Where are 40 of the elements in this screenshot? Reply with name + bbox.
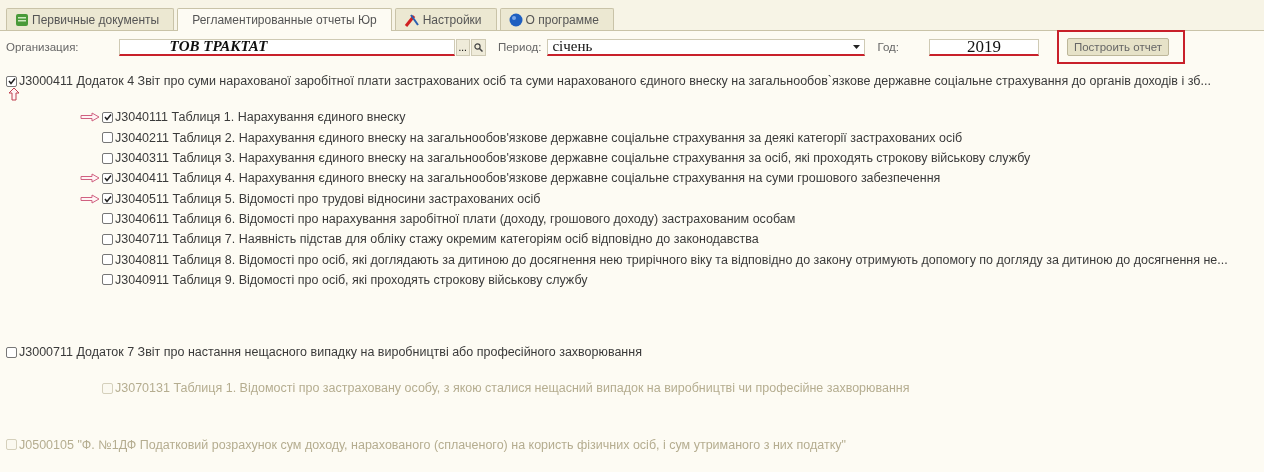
checkbox[interactable] <box>102 132 113 144</box>
search-button[interactable] <box>470 38 486 56</box>
checkbox[interactable] <box>102 193 113 205</box>
tools-icon <box>403 12 420 27</box>
checkbox[interactable] <box>102 213 113 225</box>
dropdown-field[interactable]: січень <box>547 38 866 56</box>
tab[interactable]: Первичные документы <box>6 8 175 30</box>
report-label[interactable]: J3040611 Таблиця 6. Відомості про нарахування заробітної плати (доходу, грошового доходу) застрахованим особам <box>115 211 796 226</box>
document-icon <box>15 12 29 27</box>
report-label[interactable]: J3000411 Додаток 4 Звіт про суми нарахованої заробітної плати застрахованих осіб та суми нарахованого єдиного внеску на загальнообов`язкове державне соціальне страхування до органів доходів і зб... <box>19 74 1211 89</box>
input-field[interactable]: ТОВ ТРАКТАТ <box>118 38 455 56</box>
report-label[interactable]: J3040111 Таблиця 1. Нарахування єдиного внеску <box>115 110 406 125</box>
checkbox[interactable] <box>102 111 113 123</box>
field-label: Год: <box>877 41 899 53</box>
tab[interactable]: О программе <box>499 8 614 30</box>
report-label[interactable]: J3040311 Таблиця 3. Нарахування єдиного внеску на загальнообов'язкове державне соціальне страхування за осіб, які проходять строкову військову службу <box>115 151 1031 166</box>
build-report-button[interactable]: Построить отчет <box>1066 38 1169 56</box>
checkbox[interactable] <box>102 254 113 265</box>
input-field[interactable]: 2019 <box>928 38 1039 56</box>
checkbox[interactable] <box>102 233 113 245</box>
help-icon <box>508 12 523 27</box>
dropdown-arrow-icon <box>853 44 861 49</box>
select-button[interactable]: ... <box>455 38 470 56</box>
report-label[interactable]: J3040511 Таблиця 5. Відомості про трудові відносини застрахованих осіб <box>115 191 541 206</box>
report-label[interactable]: J3040211 Таблиця 2. Нарахування єдиного внеску на загальнообов'язкове державне соціальне страхування за деякі категорії застрахованих осіб <box>115 130 963 145</box>
checkbox[interactable] <box>102 152 113 164</box>
report-label[interactable]: J3040911 Таблиця 9. Відомості про осіб, які проходять строкову військову службу <box>115 272 588 287</box>
tab[interactable]: Настройки <box>394 8 497 30</box>
search-icon <box>473 42 483 52</box>
checkbox[interactable] <box>6 75 17 87</box>
report-label[interactable]: J3040711 Таблиця 7. Наявність підстав для обліку стажу окремим категоріям осіб відповідно до законодавства <box>115 232 759 247</box>
checkbox[interactable] <box>102 172 113 184</box>
report-label[interactable]: J3040411 Таблиця 4. Нарахування єдиного внеску на загальнообов'язкове державне соціальне страхування на суми грошового забезпечення <box>115 171 941 186</box>
tab[interactable]: Регламентированные отчеты Юр <box>177 8 392 31</box>
checkbox[interactable] <box>102 274 113 286</box>
report-label[interactable]: J3040811 Таблиця 8. Відомості про осіб, які доглядають за дитиною до досягнення нею трирічного віку та відповідно до закону отримують допомогу по догляду за дитиною до досягнення не... <box>115 252 1228 267</box>
field-label: Организация: <box>6 41 79 53</box>
report-label[interactable]: J3000711 Додаток 7 Звіт про настання нещасного випадку на виробництві або професійного захворювання <box>19 345 642 360</box>
checkbox[interactable] <box>6 346 17 358</box>
field-label: Период: <box>497 41 542 53</box>
